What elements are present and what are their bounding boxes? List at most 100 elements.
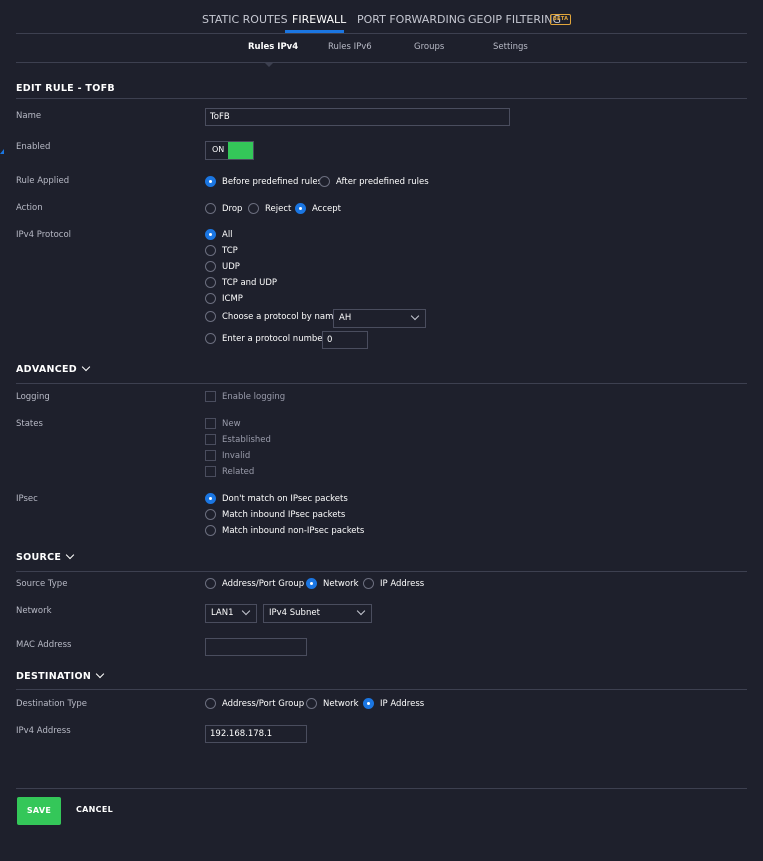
side-marker-icon — [0, 149, 4, 154]
chevron-down-icon — [356, 606, 366, 616]
chevron-down-icon — [410, 311, 420, 321]
destination-title: DESTINATION — [16, 671, 92, 682]
subtab-rules-ipv4[interactable]: Rules IPv4 — [248, 42, 298, 52]
enabled-toggle[interactable]: ON — [205, 141, 254, 160]
footer-divider — [16, 788, 747, 789]
rule-applied-label: Rule Applied — [16, 176, 70, 186]
advanced-section-toggle[interactable]: ADVANCED — [16, 362, 91, 375]
source-section-toggle[interactable]: SOURCE — [16, 550, 75, 563]
chevron-down-icon — [81, 362, 91, 372]
advanced-title: ADVANCED — [16, 364, 77, 375]
enabled-label: Enabled — [16, 142, 51, 152]
option-label: All — [222, 230, 233, 240]
option-label: Invalid — [222, 451, 251, 461]
source-divider — [16, 571, 747, 572]
name-label: Name — [16, 111, 42, 121]
option-label: TCP and UDP — [222, 278, 278, 288]
radio-action-accept[interactable] — [295, 203, 306, 214]
cancel-button[interactable]: CANCEL — [76, 805, 113, 814]
edit-rule-divider — [16, 98, 747, 99]
option-label: Established — [222, 435, 271, 445]
option-label: IP Address — [380, 699, 425, 709]
option-label: UDP — [222, 262, 240, 272]
states-label: States — [16, 419, 43, 429]
subtab-caret-icon — [264, 62, 274, 67]
ipv4-address-input[interactable]: 192.168.178.1 — [205, 725, 307, 743]
radio-destination-network[interactable] — [306, 698, 317, 709]
ipsec-label: IPsec — [16, 494, 38, 504]
subtab-settings[interactable]: Settings — [493, 42, 528, 52]
checkbox-state-new[interactable] — [205, 418, 216, 429]
mac-address-input[interactable] — [205, 638, 307, 656]
checkbox-state-established[interactable] — [205, 434, 216, 445]
destination-divider — [16, 689, 747, 690]
radio-protocol-tcp[interactable] — [205, 245, 216, 256]
radio-after-predefined[interactable] — [319, 176, 330, 187]
radio-protocol-udp[interactable] — [205, 261, 216, 272]
option-label: TCP — [222, 246, 238, 256]
radio-action-drop[interactable] — [205, 203, 216, 214]
option-label: Address/Port Group — [222, 699, 305, 709]
option-label: Accept — [312, 204, 341, 214]
option-label: IP Address — [380, 579, 425, 589]
checkbox-state-related[interactable] — [205, 466, 216, 477]
tab-port-forwarding[interactable]: PORT FORWARDING — [357, 13, 465, 26]
protocol-name-select[interactable]: AH — [333, 309, 426, 328]
save-button[interactable]: SAVE — [17, 797, 61, 825]
chevron-down-icon — [95, 669, 105, 679]
option-label: Related — [222, 467, 255, 477]
network-select[interactable]: LAN1 — [205, 604, 257, 623]
radio-source-address-port-group[interactable] — [205, 578, 216, 589]
radio-protocol-all[interactable] — [205, 229, 216, 240]
protocol-number-input[interactable]: 0 — [322, 331, 368, 349]
destination-type-label: Destination Type — [16, 699, 88, 709]
subtab-groups[interactable]: Groups — [414, 42, 444, 52]
radio-protocol-by-name[interactable] — [205, 311, 216, 322]
checkbox-state-invalid[interactable] — [205, 450, 216, 461]
chevron-down-icon — [65, 550, 75, 560]
radio-source-network[interactable] — [306, 578, 317, 589]
toggle-state-text: ON — [212, 145, 225, 154]
option-label: Choose a protocol by name — [222, 312, 339, 322]
radio-protocol-icmp[interactable] — [205, 293, 216, 304]
radio-ipsec-non-ipsec[interactable] — [205, 525, 216, 536]
radio-action-reject[interactable] — [248, 203, 259, 214]
destination-section-toggle[interactable]: DESTINATION — [16, 669, 105, 682]
edit-rule-title: EDIT RULE - TOFB — [16, 83, 115, 94]
beta-badge: BETA — [550, 14, 572, 25]
option-label: ICMP — [222, 294, 243, 304]
radio-protocol-tcp-udp[interactable] — [205, 277, 216, 288]
option-label: Address/Port Group — [222, 579, 305, 589]
checkbox-enable-logging[interactable] — [205, 391, 216, 402]
option-label: Enable logging — [222, 392, 286, 402]
tab-firewall[interactable]: FIREWALL — [292, 13, 346, 26]
radio-destination-address-port-group[interactable] — [205, 698, 216, 709]
option-label: Don't match on IPsec packets — [222, 494, 348, 504]
name-input[interactable]: ToFB — [205, 108, 510, 126]
radio-ipsec-inbound[interactable] — [205, 509, 216, 520]
subtab-rules-ipv6[interactable]: Rules IPv6 — [328, 42, 372, 52]
protocol-name-value: AH — [339, 313, 352, 323]
tab-geoip-filtering[interactable]: GEOIP FILTERING — [468, 13, 561, 26]
radio-source-ip-address[interactable] — [363, 578, 374, 589]
radio-destination-ip-address[interactable] — [363, 698, 374, 709]
subtabs-divider — [16, 62, 747, 63]
chevron-down-icon — [241, 606, 251, 616]
tab-static-routes[interactable]: STATIC ROUTES — [202, 13, 288, 26]
option-label: After predefined rules — [336, 177, 429, 187]
radio-before-predefined[interactable] — [205, 176, 216, 187]
protocol-label: IPv4 Protocol — [16, 230, 72, 240]
source-type-label: Source Type — [16, 579, 68, 589]
option-label: Drop — [222, 204, 243, 214]
radio-ipsec-dont-match[interactable] — [205, 493, 216, 504]
mac-address-label: MAC Address — [16, 640, 72, 650]
subnet-select[interactable]: IPv4 Subnet — [263, 604, 372, 623]
option-label: Match inbound non-IPsec packets — [222, 526, 365, 536]
option-label: Network — [323, 579, 359, 589]
source-title: SOURCE — [16, 552, 62, 563]
logging-label: Logging — [16, 392, 50, 402]
toggle-knob — [228, 142, 253, 159]
radio-protocol-by-number[interactable] — [205, 333, 216, 344]
option-label: Before predefined rules — [222, 177, 323, 187]
option-label: Match inbound IPsec packets — [222, 510, 346, 520]
